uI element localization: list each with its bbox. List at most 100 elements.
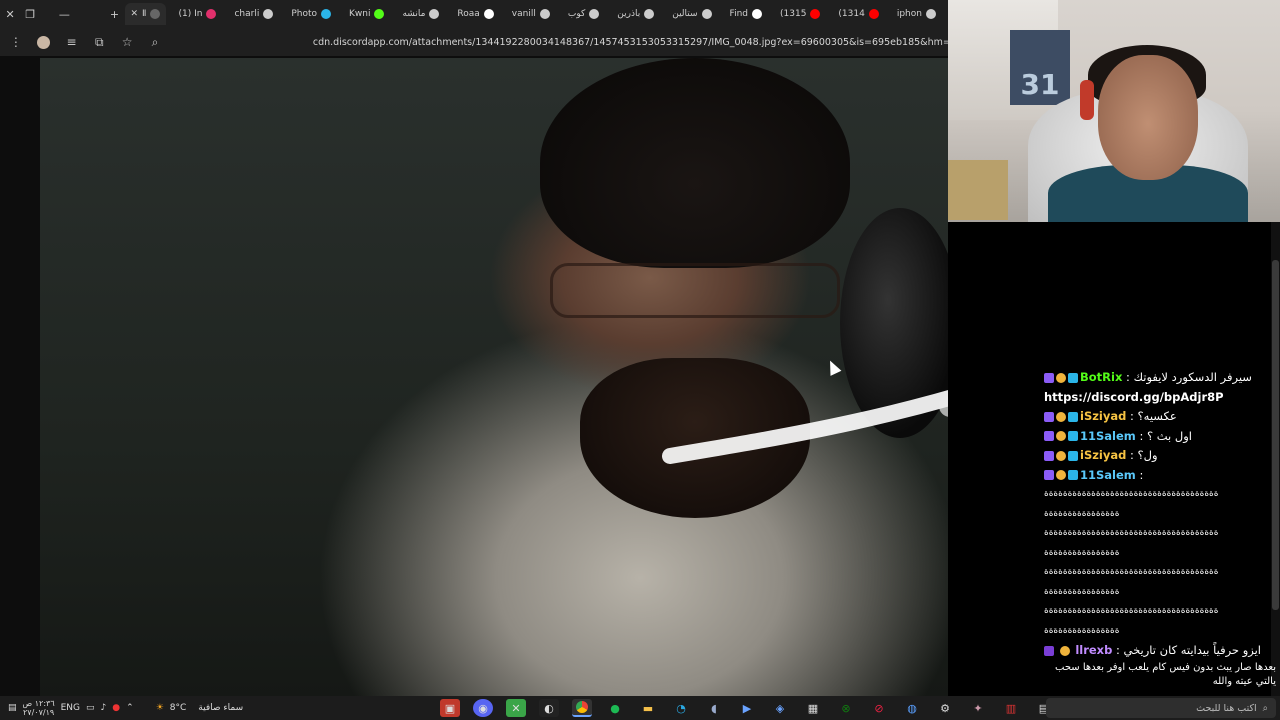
- tab-favicon-icon: [150, 9, 161, 19]
- camera-app-icon[interactable]: ◈: [770, 699, 790, 717]
- volume-icon[interactable]: ♪: [101, 703, 107, 713]
- browser-tab[interactable]: Roaa: [451, 3, 499, 25]
- excel-icon[interactable]: ✕: [506, 699, 526, 717]
- tab-favicon-icon: [206, 9, 217, 19]
- chat-username[interactable]: 11Salem: [1080, 468, 1136, 482]
- copilot-icon[interactable]: ✦: [968, 699, 988, 717]
- extensions-icon[interactable]: ⧉: [87, 30, 111, 54]
- image-viewer: [0, 56, 1048, 696]
- obs-icon[interactable]: ◐: [539, 699, 559, 717]
- screen: ✕ ❐ — + ✕ Ⅱ (1) In charli Photo Kwni مانشه Ro…: [0, 0, 1280, 720]
- reading-list-icon[interactable]: ≡: [60, 30, 84, 54]
- chat-messages: BotRix : سيرفر الدسكورد لايفوتك https://d…: [1044, 368, 1276, 485]
- menu-icon[interactable]: ⋮: [4, 30, 28, 54]
- badge-icon: [1059, 645, 1070, 656]
- app-red-icon[interactable]: ▣: [440, 699, 460, 717]
- minimize-icon[interactable]: —: [54, 0, 74, 28]
- xbox-icon[interactable]: ⊗: [836, 699, 856, 717]
- browser-tab[interactable]: (1) In: [172, 3, 222, 25]
- chat-username[interactable]: 11Salem: [1080, 429, 1136, 443]
- badge-icon: [1056, 470, 1066, 480]
- browser-tab[interactable]: مانشه: [396, 3, 445, 25]
- store-icon[interactable]: ▦: [803, 699, 823, 717]
- weather-icon: ☀: [155, 703, 164, 713]
- discord-icon[interactable]: ◉: [473, 699, 493, 717]
- webcam-face: [1098, 55, 1198, 180]
- chat-username[interactable]: BotRix: [1080, 370, 1122, 384]
- chat-message: 11Salem :: [1044, 466, 1276, 486]
- chat-text: : سيرفر الدسكورد لايفوتك: [1126, 370, 1252, 384]
- tab-active[interactable]: ✕ Ⅱ: [124, 3, 167, 25]
- search-icon: ⌕: [1262, 702, 1268, 714]
- chat-spam-line: ةةةةةةةةةةةةةةةةةةةةةةةةةةةةةةةةةةةةة: [1044, 606, 1219, 616]
- taskbar-search[interactable]: اكتب هنا للبحث ⌕: [1046, 698, 1276, 718]
- tab-label: Find: [729, 9, 748, 19]
- address-bar[interactable]: cdn.discordapp.com/attachments/134419228…: [313, 37, 948, 48]
- taskbar-tray: ▤ ١٢:٣٦ ص ٢٧/٠٧/١٩ ENG ▭ ♪ ● ⌃ ☀ 8°C سما…: [0, 699, 440, 717]
- badge-icon: [1044, 470, 1054, 480]
- chat-message: iSziyad : عكسيه؟: [1044, 407, 1276, 427]
- chat-spam-line: ةةةةةةةةةةةةةةةة: [1044, 547, 1120, 558]
- app-blue-icon[interactable]: ◍: [902, 699, 922, 717]
- browser-tab[interactable]: Photo: [285, 3, 337, 25]
- chat-text: : عكسيه؟: [1130, 409, 1177, 423]
- browser-tab[interactable]: باذرين: [611, 3, 660, 25]
- network-icon[interactable]: ▭: [86, 703, 95, 713]
- terminal-icon[interactable]: ▶: [737, 699, 757, 717]
- weather-text[interactable]: سماء صافية: [198, 703, 243, 713]
- tab-favicon-icon: [701, 9, 712, 19]
- close-window-icon[interactable]: ✕: [0, 0, 20, 28]
- chat-text: : ول؟: [1130, 448, 1158, 462]
- browser-tab[interactable]: iphon: [891, 3, 942, 25]
- steam-icon[interactable]: ◖: [704, 699, 724, 717]
- chat-username[interactable]: iSziyad: [1080, 448, 1126, 462]
- weather-temp[interactable]: 8°C: [170, 703, 187, 713]
- tab-list: (1) In charli Photo Kwni مانشه Roaa vanill كوب ب…: [172, 3, 948, 25]
- browser-tab[interactable]: charli: [228, 3, 279, 25]
- settings-icon[interactable]: ⚙: [935, 699, 955, 717]
- browser-tab[interactable]: Kwni: [343, 3, 390, 25]
- search-placeholder: اكتب هنا للبحث: [1196, 702, 1257, 714]
- tab-label: باذرين: [617, 9, 641, 19]
- show-hidden-icons-icon[interactable]: ⌃: [126, 703, 134, 713]
- spotify-icon[interactable]: ●: [605, 699, 625, 717]
- notification-icon[interactable]: ▤: [8, 703, 17, 713]
- chat-spam-line: ةةةةةةةةةةةةةةةةةةةةةةةةةةةةةةةةةةةةة: [1044, 567, 1219, 577]
- browser-tab[interactable]: (1315: [774, 3, 826, 25]
- edge-icon[interactable]: ◔: [671, 699, 691, 717]
- badge-icon: [1056, 411, 1066, 422]
- bookmark-star-icon[interactable]: ☆: [115, 30, 139, 54]
- browser-tab[interactable]: (1314: [832, 3, 884, 25]
- badge-icon: [1044, 645, 1054, 656]
- browser-tab[interactable]: Find: [724, 3, 768, 25]
- app-window-icon[interactable]: ▥: [1001, 699, 1021, 717]
- tab-favicon-icon: [483, 9, 494, 19]
- language-indicator[interactable]: ENG: [61, 703, 80, 713]
- file-explorer-icon[interactable]: ▬: [638, 699, 658, 717]
- chat-username[interactable]: iSziyad: [1080, 409, 1126, 423]
- tab-label: مانشه: [402, 9, 426, 19]
- tab-favicon-icon: [263, 9, 274, 19]
- browser-tab[interactable]: كوب: [562, 3, 605, 25]
- chat-link[interactable]: https://discord.gg/bpAdjr8P: [1044, 390, 1224, 404]
- app-icon[interactable]: ⊘: [869, 699, 889, 717]
- tray-app-icon[interactable]: ●: [112, 703, 120, 713]
- badge-icon: [1056, 431, 1066, 441]
- tab-favicon-icon: [429, 9, 440, 19]
- webcam-food: [948, 160, 1008, 220]
- browser-tab[interactable]: ستالين: [666, 3, 717, 25]
- browser-tab[interactable]: vanill: [506, 3, 556, 25]
- chat-message: https://discord.gg/bpAdjr8P: [1044, 388, 1276, 408]
- tab-favicon-icon: [644, 9, 655, 19]
- clock[interactable]: ١٢:٣٦ ص ٢٧/٠٧/١٩: [23, 699, 55, 717]
- new-tab-icon[interactable]: +: [104, 0, 124, 28]
- chrome-icon[interactable]: [572, 699, 592, 717]
- profile-avatar-icon[interactable]: [32, 30, 56, 54]
- zoom-icon[interactable]: ⌕: [143, 30, 167, 54]
- beanie-shape: [540, 58, 850, 268]
- tab-favicon-icon: [589, 9, 600, 19]
- close-tab-icon[interactable]: ✕: [131, 9, 139, 19]
- restore-window-icon[interactable]: ❐: [20, 0, 40, 28]
- chat-message: llrexb : ايزو حرفياً بيدايته كان تاريخي: [1044, 641, 1276, 661]
- chat-message: 11Salem : اول بث ؟: [1044, 427, 1276, 447]
